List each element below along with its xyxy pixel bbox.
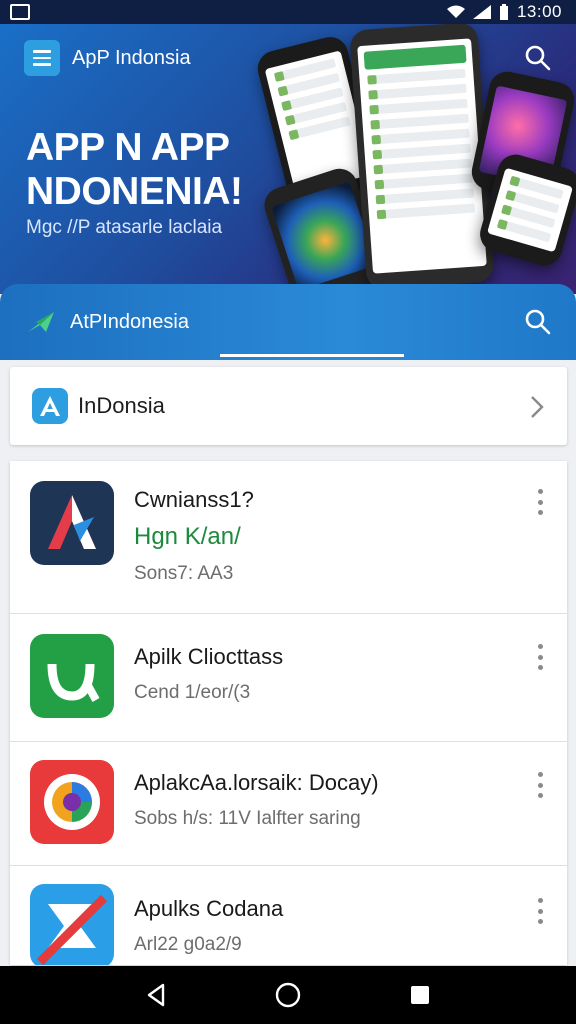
wifi-icon bbox=[446, 5, 465, 18]
app-name: Apilk Cliocttass bbox=[134, 644, 284, 669]
search-icon[interactable] bbox=[524, 44, 552, 72]
app-subtitle: Hgn K/an/ bbox=[134, 523, 241, 550]
hero-headline-line1: APP N APP bbox=[26, 126, 230, 169]
list-item[interactable]: AplakcAa.lorsaik: Docay) Sobs h/s: 11V I… bbox=[10, 742, 567, 866]
tab-indicator bbox=[220, 354, 404, 357]
app-icon-blue-x bbox=[30, 884, 114, 965]
tabs-header: AtPIndonesia bbox=[0, 284, 576, 360]
section-title: InDonsia bbox=[78, 393, 165, 418]
paper-plane-icon bbox=[28, 312, 54, 332]
app-meta: Sons7: AA3 bbox=[134, 563, 234, 584]
hero-headline-line2: NDONENIA! bbox=[26, 170, 243, 213]
status-bar: 13:00 bbox=[0, 0, 576, 24]
more-vert-icon[interactable] bbox=[537, 898, 543, 924]
search-icon[interactable] bbox=[524, 308, 552, 336]
list-item[interactable]: Apilk Cliocttass Cend 1/eor/(3 bbox=[10, 614, 567, 742]
more-vert-icon[interactable] bbox=[537, 644, 543, 670]
more-vert-icon[interactable] bbox=[537, 772, 543, 798]
recents-icon[interactable] bbox=[400, 975, 440, 1015]
app-name: AplakcAa.lorsaik: Docay) bbox=[134, 770, 379, 795]
list-item[interactable]: Cwnianss1? Hgn K/an/ Sons7: AA3 bbox=[10, 461, 567, 614]
list-item[interactable]: Apulks Codana Arl22 g0a2/9 bbox=[10, 866, 567, 965]
app-store-icon bbox=[32, 388, 68, 424]
app-list: Cwnianss1? Hgn K/an/ Sons7: AA3 Apilk Cl… bbox=[10, 461, 567, 965]
app-meta: Cend 1/eor/(3 bbox=[134, 682, 251, 703]
more-vert-icon[interactable] bbox=[537, 489, 543, 515]
app-name: Apulks Codana bbox=[134, 896, 284, 921]
notification-icon bbox=[10, 4, 30, 20]
hero-subtitle: Mgc //P atasarle laclaia bbox=[26, 217, 223, 238]
chevron-right-icon[interactable] bbox=[529, 394, 545, 420]
home-icon[interactable] bbox=[268, 975, 308, 1015]
app-icon-green bbox=[30, 634, 114, 718]
app-icon-colorwheel bbox=[30, 760, 114, 844]
app-title: ApP Indonsia bbox=[72, 46, 191, 69]
hero-headline: APP N APP NDONENIA! bbox=[26, 126, 243, 214]
section-row[interactable]: InDonsia bbox=[10, 367, 567, 445]
system-nav-bar bbox=[0, 966, 576, 1024]
status-icons: 13:00 bbox=[446, 2, 562, 22]
app-meta: Arl22 g0a2/9 bbox=[134, 934, 242, 955]
app-meta: Sobs h/s: 11V Ialfter saring bbox=[134, 808, 361, 829]
app-icon-red-a bbox=[30, 481, 114, 565]
tabs-title: AtPIndonesia bbox=[70, 310, 189, 333]
app-name: Cwnianss1? bbox=[134, 487, 254, 512]
back-icon[interactable] bbox=[136, 975, 176, 1015]
status-time: 13:00 bbox=[516, 2, 562, 21]
menu-icon[interactable] bbox=[24, 40, 60, 76]
signal-icon bbox=[472, 5, 491, 19]
battery-icon bbox=[499, 4, 508, 20]
hero-banner: ApP Indonsia APP N APP NDONENIA! Mgc //P… bbox=[0, 24, 576, 294]
phone-illustration-center bbox=[349, 24, 495, 291]
